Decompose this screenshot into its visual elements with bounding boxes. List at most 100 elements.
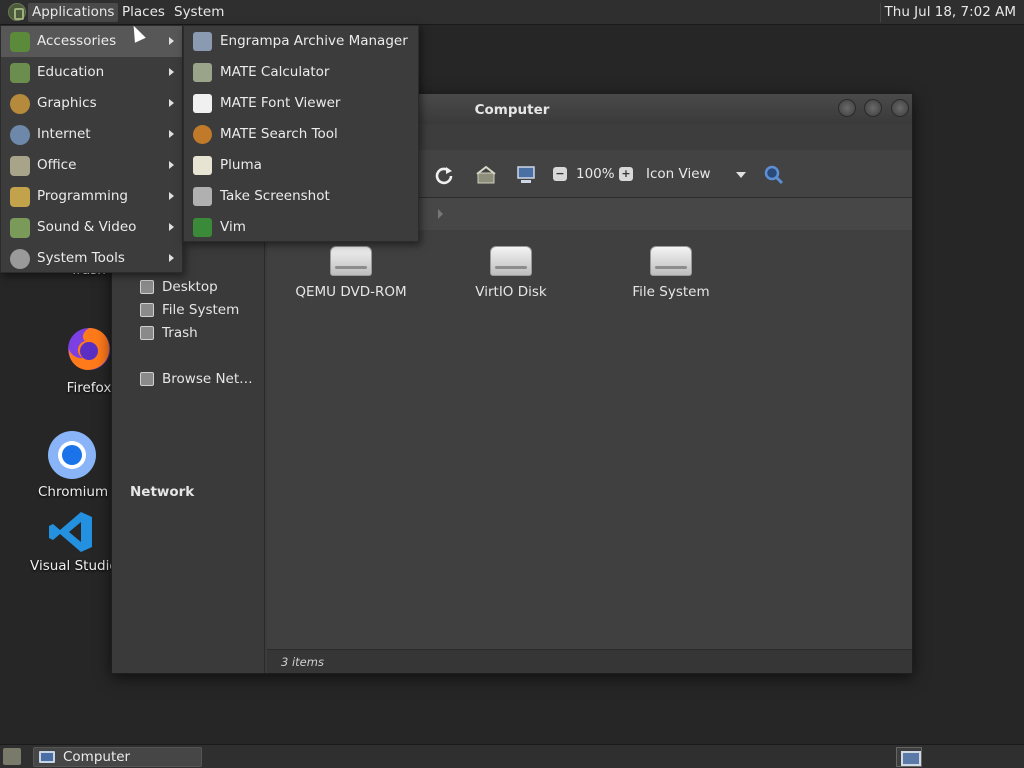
sidebar-item-browse-network[interactable]: Browse Net… — [140, 369, 253, 389]
disk-drive-icon — [650, 246, 692, 276]
status-text: 3 items — [281, 655, 324, 669]
education-icon — [10, 63, 30, 83]
menu-item-graphics[interactable]: Graphics — [1, 88, 182, 119]
menu-item-label: System Tools — [37, 250, 125, 266]
menu-item-system-tools[interactable]: System Tools — [1, 243, 182, 274]
sidebar-item-label: Desktop — [162, 279, 218, 295]
desktop-folder-icon — [140, 280, 154, 294]
zoom-in-button[interactable]: + — [619, 167, 633, 181]
firefox-icon — [68, 328, 110, 370]
menu-item-label: Graphics — [37, 95, 97, 111]
taskbar-item-computer[interactable]: Computer — [33, 747, 202, 767]
system-menu-button[interactable]: System — [170, 3, 228, 22]
search-icon[interactable] — [764, 165, 784, 185]
desktop-icon-label: Chromium — [38, 484, 109, 500]
archive-manager-icon — [193, 32, 212, 51]
file-item-virtio-disk[interactable]: VirtIO Disk — [441, 246, 581, 300]
top-panel: Applications Places System Thu Jul 18, 7… — [0, 0, 1024, 25]
close-button[interactable] — [891, 99, 909, 117]
computer-icon — [39, 751, 55, 763]
sidebar-item-label: Browse Net… — [162, 371, 253, 387]
chevron-down-icon[interactable] — [736, 172, 746, 178]
menu-item-internet[interactable]: Internet — [1, 119, 182, 150]
mate-logo-icon[interactable] — [8, 3, 26, 21]
sound-video-icon — [10, 218, 30, 238]
graphics-icon — [10, 94, 30, 114]
menu-item-sound-video[interactable]: Sound & Video — [1, 212, 182, 243]
menu-item-label: MATE Calculator — [220, 64, 330, 80]
workspace-switcher[interactable] — [896, 747, 922, 767]
system-tools-icon — [10, 249, 30, 269]
computer-icon[interactable] — [516, 165, 536, 185]
menu-item-label: MATE Font Viewer — [220, 95, 341, 111]
menu-item-accessories[interactable]: Accessories — [1, 26, 182, 57]
menu-item-pluma[interactable]: Pluma — [184, 150, 418, 181]
vscode-icon — [49, 512, 92, 552]
chevron-right-icon[interactable] — [438, 209, 443, 219]
screenshot-icon — [193, 187, 212, 206]
accessories-icon — [10, 32, 30, 52]
menu-item-font-viewer[interactable]: MATE Font Viewer — [184, 88, 418, 119]
file-item-label: File System — [632, 284, 710, 300]
zoom-level: 100% — [576, 166, 615, 182]
menu-item-engrampa[interactable]: Engrampa Archive Manager — [184, 26, 418, 57]
chromium-icon — [48, 431, 96, 479]
applications-menu: Accessories Education Graphics Internet … — [0, 25, 183, 273]
chevron-right-icon — [169, 223, 174, 231]
chevron-right-icon — [169, 37, 174, 45]
file-item-qemu-dvd-rom[interactable]: QEMU DVD-ROM — [281, 246, 421, 300]
reload-icon[interactable] — [434, 165, 454, 185]
menu-item-label: MATE Search Tool — [220, 126, 338, 142]
menu-item-label: Programming — [37, 188, 128, 204]
desktop-icon-chromium[interactable]: Chromium — [38, 430, 109, 500]
chevron-right-icon — [169, 130, 174, 138]
applications-menu-button[interactable]: Applications — [28, 3, 119, 22]
menu-item-office[interactable]: Office — [1, 150, 182, 181]
clock[interactable]: Thu Jul 18, 7:02 AM — [879, 3, 1020, 22]
home-icon[interactable] — [476, 165, 496, 185]
sidebar-item-label: Trash — [162, 325, 198, 341]
desktop-icon-visual-studio[interactable]: Visual Studio — [30, 510, 118, 574]
drive-icon — [140, 303, 154, 317]
trash-icon — [140, 326, 154, 340]
chevron-right-icon — [169, 99, 174, 107]
file-view: QEMU DVD-ROM VirtIO Disk File System — [267, 230, 912, 649]
menu-item-label: Sound & Video — [37, 219, 137, 235]
sidebar-item-trash[interactable]: Trash — [140, 323, 198, 343]
sidebar-item-label: File System — [162, 302, 240, 318]
menu-item-label: Office — [37, 157, 77, 173]
file-item-file-system[interactable]: File System — [601, 246, 741, 300]
office-icon — [10, 156, 30, 176]
zoom-out-button[interactable]: − — [553, 167, 567, 181]
sidebar-item-desktop[interactable]: Desktop — [140, 277, 218, 297]
places-menu-button[interactable]: Places — [118, 3, 169, 22]
sidebar-item-file-system[interactable]: File System — [140, 300, 239, 320]
status-bar: 3 items — [267, 649, 912, 673]
accessories-submenu: Engrampa Archive Manager MATE Calculator… — [183, 25, 419, 242]
menu-item-take-screenshot[interactable]: Take Screenshot — [184, 181, 418, 212]
chevron-right-icon — [169, 68, 174, 76]
show-desktop-icon[interactable] — [3, 748, 21, 765]
menu-item-programming[interactable]: Programming — [1, 181, 182, 212]
menu-item-label: Accessories — [37, 33, 117, 49]
disk-drive-icon — [490, 246, 532, 276]
menu-item-calculator[interactable]: MATE Calculator — [184, 57, 418, 88]
menu-item-education[interactable]: Education — [1, 57, 182, 88]
minimize-button[interactable] — [838, 99, 856, 117]
view-mode-select[interactable]: Icon View — [646, 166, 711, 182]
menu-item-label: Vim — [220, 219, 246, 235]
menu-item-vim[interactable]: Vim — [184, 212, 418, 243]
network-icon — [140, 372, 154, 386]
text-editor-icon — [193, 156, 212, 175]
menu-item-label: Engrampa Archive Manager — [220, 33, 408, 49]
chevron-right-icon — [169, 161, 174, 169]
window-title: Computer — [474, 102, 550, 118]
menu-item-label: Take Screenshot — [220, 188, 330, 204]
maximize-button[interactable] — [864, 99, 882, 117]
chevron-right-icon — [169, 254, 174, 262]
search-tool-icon — [193, 125, 212, 144]
menu-item-label: Pluma — [220, 157, 262, 173]
menu-item-label: Internet — [37, 126, 91, 142]
file-item-label: QEMU DVD-ROM — [295, 284, 407, 300]
menu-item-search-tool[interactable]: MATE Search Tool — [184, 119, 418, 150]
